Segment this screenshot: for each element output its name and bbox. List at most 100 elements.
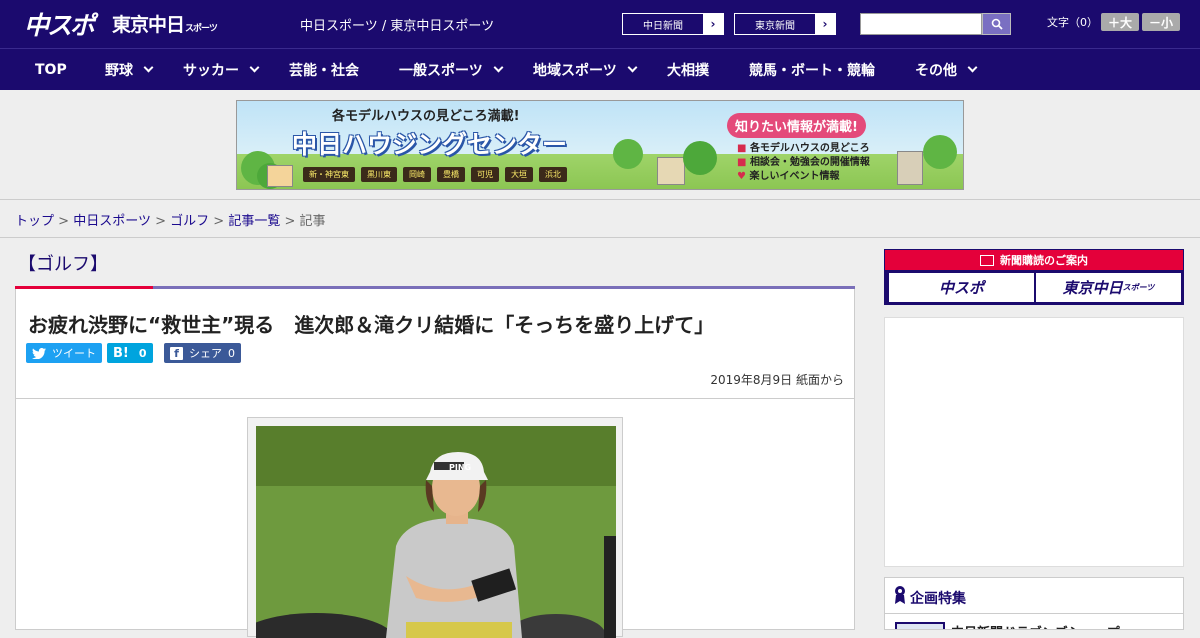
breadcrumb-link[interactable]: トップ xyxy=(15,214,54,229)
feature-box: 企画特集 中日新聞ドラゴンズショップ xyxy=(884,577,1184,630)
article-category: 【ゴルフ】 xyxy=(18,254,108,275)
article-divider xyxy=(16,398,854,399)
chunichi-shimbun-button[interactable]: 中日新聞 › xyxy=(622,13,724,35)
tokyo-shimbun-label: 東京新聞 xyxy=(755,20,795,32)
banner-headline: 知りたい情報が満載! xyxy=(727,113,866,138)
heart-icon: ♥ xyxy=(737,171,750,182)
subscribe-tokyo-small: スポーツ xyxy=(1122,283,1155,292)
twitter-icon xyxy=(32,347,46,359)
nav-item-baseball[interactable]: 野球 xyxy=(105,49,154,90)
article-photo[interactable]: PING xyxy=(256,426,616,638)
search-button[interactable] xyxy=(982,13,1011,35)
nav-label: 競馬・ボート・競輪 xyxy=(749,62,875,79)
font-larger-button[interactable]: ＋大 xyxy=(1101,13,1139,31)
newspaper-icon xyxy=(980,254,994,266)
subscribe-chuspo-button[interactable]: 中スポ xyxy=(889,273,1034,302)
chuspo-logo[interactable]: 中スポ xyxy=(24,6,95,40)
search-input[interactable] xyxy=(860,13,982,35)
nav-label: 芸能・社会 xyxy=(289,62,359,79)
breadcrumb-link[interactable]: 記事一覧 xyxy=(228,214,280,229)
breadcrumb-separator: > xyxy=(284,214,296,229)
site-links[interactable]: 中日スポーツ / 東京中日スポーツ xyxy=(300,15,494,34)
nav-item-top[interactable]: TOP xyxy=(35,49,67,90)
chevron-down-icon xyxy=(249,62,260,72)
sidebar-ad-slot[interactable] xyxy=(884,317,1184,567)
breadcrumb-separator: > xyxy=(58,214,70,229)
chevron-down-icon xyxy=(493,62,504,72)
feature-divider xyxy=(885,613,1183,614)
nav-item-sumo[interactable]: 大相撲 xyxy=(667,49,709,90)
article-card: お疲れ渋野に“救世主”現る 進次郎＆滝クリ結婚に「そっちを盛り上げて」 ツイート… xyxy=(15,289,855,638)
house-illustration xyxy=(267,165,293,187)
nav-label: 一般スポーツ xyxy=(399,62,483,79)
location-label: 可児 xyxy=(471,167,499,182)
breadcrumb-separator: > xyxy=(155,214,166,229)
tokyo-shimbun-button[interactable]: 東京新聞 › xyxy=(734,13,836,35)
font-size-label: 文字（0） xyxy=(1047,16,1098,29)
breadcrumb-separator: > xyxy=(213,214,225,229)
nav-item-racing[interactable]: 競馬・ボート・競輪 xyxy=(749,49,875,90)
chunichi-shimbun-label: 中日新聞 xyxy=(643,20,683,32)
facebook-icon: f xyxy=(170,346,183,360)
nav-item-regional-sports[interactable]: 地域スポーツ xyxy=(533,49,638,90)
hatena-icon: B! xyxy=(113,345,129,361)
tokyo-logo-text: 東京中日 xyxy=(112,14,185,36)
nav-label: その他 xyxy=(915,62,957,79)
article-title: お疲れ渋野に“救世主”現る 進次郎＆滝クリ結婚に「そっちを盛り上げて」 xyxy=(28,313,715,337)
chevron-down-icon xyxy=(627,62,638,72)
facebook-share-button[interactable]: f シェア 0 xyxy=(164,343,241,363)
banner-bullet-text: 楽しいイベント情報 xyxy=(749,171,840,182)
cap-logo: PING xyxy=(449,463,471,472)
breadcrumb: トップ > 中日スポーツ > ゴルフ > 記事一覧 > 記事 xyxy=(0,200,1200,238)
subscribe-tokyo-text: 東京中日 xyxy=(1062,279,1123,297)
location-label: 豊橋 xyxy=(437,167,465,182)
banner-bullet: ■ 各モデルハウスの見どころ xyxy=(737,139,870,154)
location-label: 浜北 xyxy=(539,167,567,182)
location-label: 大垣 xyxy=(505,167,533,182)
subscribe-tokyo-chunichi-button[interactable]: 東京中日 スポーツ xyxy=(1036,273,1181,302)
feature-item-link[interactable]: 中日新聞ドラゴンズショップ xyxy=(951,622,1120,629)
nav-label: 地域スポーツ xyxy=(533,62,617,79)
tweet-button[interactable]: ツイート xyxy=(26,343,102,363)
tokyo-logo-small: スポーツ xyxy=(185,24,218,34)
tree-illustration xyxy=(613,139,643,169)
tokyo-chunichi-logo[interactable]: 東京中日スポーツ xyxy=(112,10,218,38)
house-illustration xyxy=(657,157,685,185)
location-label: 岡崎 xyxy=(403,167,431,182)
ribbon-icon xyxy=(895,586,905,604)
site-header: 中スポ 東京中日スポーツ 中日スポーツ / 東京中日スポーツ 中日新聞 › 東京… xyxy=(0,0,1200,48)
banner-bullet: ■ 相談会・勉強会の開催情報 xyxy=(737,153,870,168)
nav-item-other[interactable]: その他 xyxy=(915,49,978,90)
subscription-box[interactable]: 新聞購読のご案内 中スポ 東京中日 スポーツ xyxy=(884,249,1184,305)
font-smaller-button[interactable]: －小 xyxy=(1142,13,1180,31)
chevron-down-icon xyxy=(967,62,978,72)
nav-label: 大相撲 xyxy=(667,62,709,79)
nav-label: サッカー xyxy=(183,62,239,79)
tweet-label: ツイート xyxy=(52,347,96,360)
nav-label: TOP xyxy=(35,61,67,78)
banner-title: 中日ハウジングセンター xyxy=(292,130,568,159)
hatena-bookmark-button[interactable]: B! 0 xyxy=(107,343,153,363)
feature-title: 企画特集 xyxy=(910,591,966,607)
nav-item-general-sports[interactable]: 一般スポーツ xyxy=(399,49,504,90)
golfer-photo: PING xyxy=(256,426,616,638)
breadcrumb-current: 記事 xyxy=(299,214,326,229)
dragons-shop-thumbnail[interactable] xyxy=(895,622,945,629)
chevron-down-icon xyxy=(143,62,154,72)
chevron-right-icon: › xyxy=(815,14,835,34)
housing-center-banner[interactable]: 各モデルハウスの見どころ満載! 中日ハウジングセンター 新・神宮東 黒川東 岡崎… xyxy=(236,100,964,190)
nav-item-soccer[interactable]: サッカー xyxy=(183,49,260,90)
location-label: 新・神宮東 xyxy=(303,167,355,182)
breadcrumb-link[interactable]: 中日スポーツ xyxy=(73,214,151,229)
nav-item-entertainment[interactable]: 芸能・社会 xyxy=(289,49,359,90)
breadcrumb-link[interactable]: ゴルフ xyxy=(170,214,209,229)
search-icon xyxy=(991,18,1003,30)
location-label: 黒川東 xyxy=(361,167,397,182)
hatena-count: 0 xyxy=(138,346,147,360)
article-photo-frame: PING xyxy=(247,417,623,638)
banner-locations: 新・神宮東 黒川東 岡崎 豊橋 可児 大垣 浜北 xyxy=(303,167,567,182)
banner-bullet: ♥ 楽しいイベント情報 xyxy=(737,167,839,182)
subscription-header: 新聞購読のご案内 xyxy=(885,250,1183,270)
subscription-header-text: 新聞購読のご案内 xyxy=(1000,254,1088,267)
facebook-share-label: シェア xyxy=(189,347,222,360)
